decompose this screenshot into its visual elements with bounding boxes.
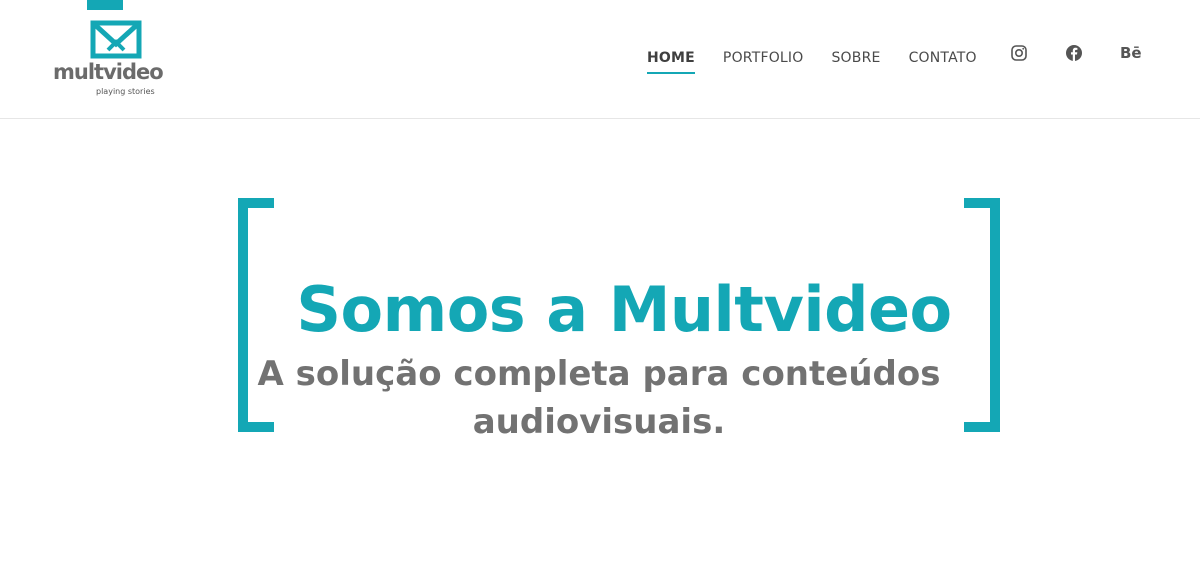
logo-mark-icon: [90, 20, 142, 59]
behance-icon[interactable]: Bē: [1120, 44, 1142, 62]
logo-tagline: playing stories: [96, 87, 155, 96]
hero-subtitle: A solução completa para conteúdos audiov…: [257, 354, 941, 442]
main-nav: HOME PORTFOLIO SOBRE CONTATO: [647, 50, 1005, 74]
nav-item-portfolio[interactable]: PORTFOLIO: [723, 50, 804, 66]
site-header: multvideo playing stories HOME PORTFOLIO…: [0, 0, 1200, 119]
nav-item-sobre[interactable]: SOBRE: [831, 50, 880, 66]
hero-title: Somos a Multvideo: [296, 272, 952, 346]
logo-accent-bar: [87, 0, 123, 10]
nav-item-contato[interactable]: CONTATO: [909, 50, 977, 66]
hero-section: Somos a Multvideo A solução completa par…: [0, 120, 1200, 569]
nav-item-home[interactable]: HOME: [647, 50, 695, 74]
logo-wordmark: multvideo: [53, 60, 164, 84]
site-logo[interactable]: multvideo playing stories: [53, 0, 183, 100]
facebook-icon[interactable]: [1065, 44, 1083, 62]
instagram-icon[interactable]: [1010, 44, 1028, 62]
